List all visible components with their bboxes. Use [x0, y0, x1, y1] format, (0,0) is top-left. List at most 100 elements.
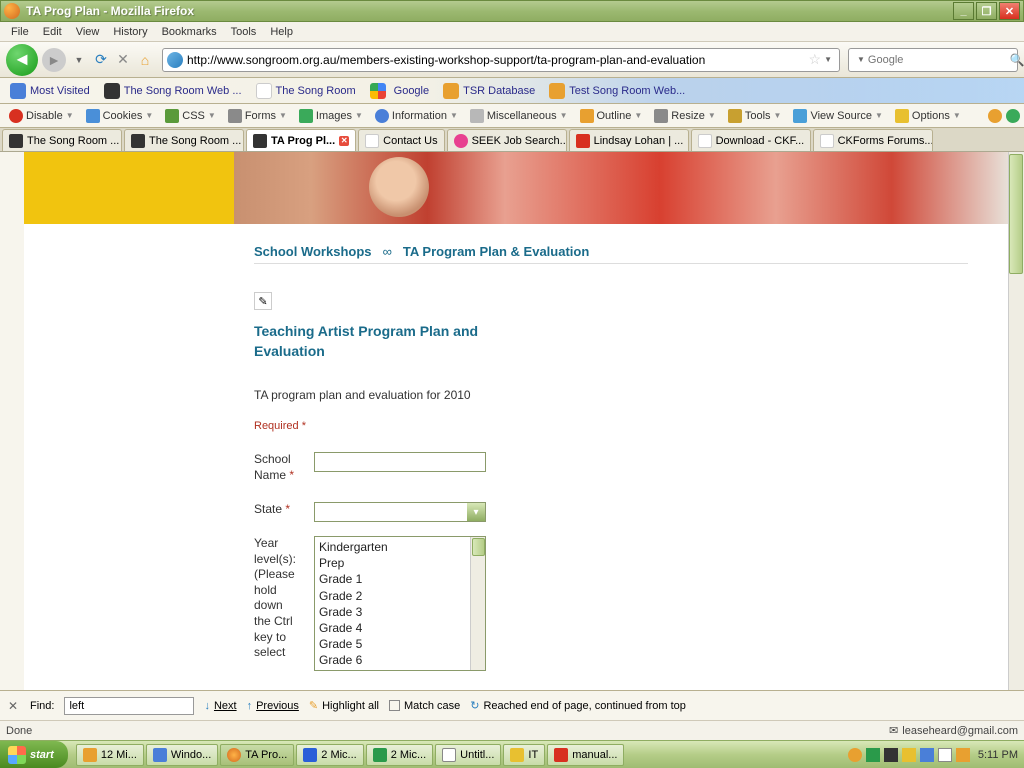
bookmark-most-visited[interactable]: Most Visited	[4, 81, 96, 101]
dev-resize[interactable]: Resize▼	[649, 107, 721, 125]
task-item[interactable]: Windo...	[146, 744, 218, 766]
dev-options[interactable]: Options▼	[890, 107, 966, 125]
reload-icon[interactable]: ⟳	[92, 51, 110, 69]
tab-close-icon[interactable]: ✕	[339, 136, 349, 146]
crumb-school-workshops[interactable]: School Workshops	[254, 244, 372, 259]
year-option[interactable]: Grade 5	[319, 636, 481, 652]
url-input[interactable]	[187, 53, 809, 67]
start-button[interactable]: start	[0, 741, 68, 768]
dev-viewsource[interactable]: View Source▼	[788, 107, 887, 125]
task-item[interactable]: 2 Mic...	[366, 744, 433, 766]
task-item[interactable]: IT	[503, 744, 545, 766]
dev-forms[interactable]: Forms▼	[223, 107, 292, 125]
bookmark-google[interactable]: Google	[364, 81, 435, 101]
dev-outline[interactable]: Outline▼	[575, 107, 648, 125]
dev-disable[interactable]: Disable▼	[4, 107, 79, 125]
dev-ok-icon[interactable]	[1006, 109, 1020, 123]
tray-icon[interactable]	[956, 748, 970, 762]
clock[interactable]: 5:11 PM	[978, 749, 1018, 761]
year-multiselect[interactable]: Kindergarten Prep Grade 1 Grade 2 Grade …	[314, 536, 486, 671]
menu-history[interactable]: History	[106, 24, 154, 40]
tray-icon[interactable]	[902, 748, 916, 762]
search-engine-dropdown-icon[interactable]: ▼	[857, 55, 865, 64]
tray-icon[interactable]	[866, 748, 880, 762]
highlight-all-button[interactable]: ✎ Highlight all	[309, 699, 379, 712]
close-button[interactable]: ✕	[999, 2, 1020, 20]
multiselect-scrollbar[interactable]	[470, 537, 485, 670]
year-option[interactable]: Grade 3	[319, 604, 481, 620]
tab-seek[interactable]: SEEK Job Search...	[447, 129, 567, 151]
bookmark-songroom-web[interactable]: The Song Room Web ...	[98, 81, 248, 101]
state-select[interactable]: ▾	[314, 502, 486, 522]
maximize-button[interactable]: ❐	[976, 2, 997, 20]
bookmark-star-icon[interactable]: ☆	[809, 51, 822, 68]
year-option[interactable]: Grade 2	[319, 588, 481, 604]
task-item[interactable]: manual...	[547, 744, 624, 766]
searchbar[interactable]: ▼ 🔍	[848, 48, 1018, 72]
page-scrollbar[interactable]	[1008, 152, 1024, 690]
bookmark-test-songroom[interactable]: Test Song Room Web...	[543, 81, 691, 101]
school-input[interactable]	[314, 452, 486, 472]
tab-download[interactable]: Download - CKF...	[691, 129, 811, 151]
dev-css[interactable]: CSS▼	[160, 107, 221, 125]
gmail-notifier[interactable]: ✉ leaseheard@gmail.com	[889, 724, 1018, 737]
find-prev-button[interactable]: ↑ Previous	[247, 700, 299, 712]
forward-button[interactable]: ►	[42, 48, 66, 72]
tab-ckforms[interactable]: CKForms Forums...	[813, 129, 933, 151]
findbar-close-icon[interactable]: ✕	[6, 699, 20, 713]
bookmark-songroom[interactable]: The Song Room	[250, 81, 362, 101]
menu-help[interactable]: Help	[263, 24, 300, 40]
tab-songroom-1[interactable]: The Song Room ...	[2, 129, 122, 151]
urlbar[interactable]: ☆ ▼	[162, 48, 840, 72]
year-option[interactable]: Year 7-12	[319, 669, 481, 672]
tab-ta-prog[interactable]: TA Prog Pl...✕	[246, 129, 356, 151]
find-input[interactable]	[64, 697, 194, 715]
year-option[interactable]: Kindergarten	[319, 539, 481, 555]
match-case-checkbox[interactable]: Match case	[389, 700, 460, 712]
dev-tools[interactable]: Tools▼	[723, 107, 787, 125]
search-input[interactable]	[868, 54, 1010, 66]
tray-icon[interactable]	[884, 748, 898, 762]
tray-icon[interactable]	[848, 748, 862, 762]
dev-information[interactable]: Information▼	[370, 107, 463, 125]
back-button[interactable]: ◄	[6, 44, 38, 76]
stop-icon[interactable]: ✕	[114, 51, 132, 69]
home-icon[interactable]: ⌂	[136, 51, 154, 69]
history-dropdown-icon[interactable]: ▼	[70, 51, 88, 69]
menu-edit[interactable]: Edit	[36, 24, 69, 40]
dev-misc[interactable]: Miscellaneous▼	[465, 107, 573, 125]
task-item[interactable]: 12 Mi...	[76, 744, 144, 766]
menu-view[interactable]: View	[69, 24, 107, 40]
menu-file[interactable]: File	[4, 24, 36, 40]
year-option[interactable]: Grade 4	[319, 620, 481, 636]
taskbar: start 12 Mi... Windo... TA Pro... 2 Mic.…	[0, 740, 1024, 768]
dropdown-icon[interactable]: ▾	[467, 503, 485, 521]
dev-warn-icon[interactable]	[988, 109, 1002, 123]
url-dropdown-icon[interactable]: ▼	[824, 55, 832, 64]
search-icon[interactable]: 🔍	[1010, 53, 1024, 67]
task-item[interactable]: Untitl...	[435, 744, 501, 766]
year-option[interactable]: Grade 1	[319, 571, 481, 587]
task-item[interactable]: TA Pro...	[220, 744, 294, 766]
menu-bookmarks[interactable]: Bookmarks	[155, 24, 224, 40]
tray-icon[interactable]	[920, 748, 934, 762]
crumb-ta-program[interactable]: TA Program Plan & Evaluation	[403, 244, 589, 259]
site-identity-icon[interactable]	[167, 52, 183, 68]
year-option[interactable]: Prep	[319, 555, 481, 571]
find-next-button[interactable]: ↓ Next	[204, 700, 236, 712]
tray-icon[interactable]	[938, 748, 952, 762]
task-item[interactable]: 2 Mic...	[296, 744, 363, 766]
year-option[interactable]: Grade 6	[319, 652, 481, 668]
menu-tools[interactable]: Tools	[224, 24, 264, 40]
minimize-button[interactable]: _	[953, 2, 974, 20]
system-tray[interactable]: 5:11 PM	[842, 741, 1024, 768]
edit-icon[interactable]: ✎	[254, 292, 272, 310]
bookmark-tsr-db[interactable]: TSR Database	[437, 81, 541, 101]
dev-images[interactable]: Images▼	[294, 107, 368, 125]
window-titlebar: TA Prog Plan - Mozilla Firefox _ ❐ ✕	[0, 0, 1024, 22]
tab-songroom-2[interactable]: The Song Room ...	[124, 129, 244, 151]
tab-contact[interactable]: Contact Us	[358, 129, 444, 151]
tab-lohan[interactable]: Lindsay Lohan | ...	[569, 129, 689, 151]
dev-cookies[interactable]: Cookies▼	[81, 107, 159, 125]
hero-banner	[24, 152, 1008, 224]
